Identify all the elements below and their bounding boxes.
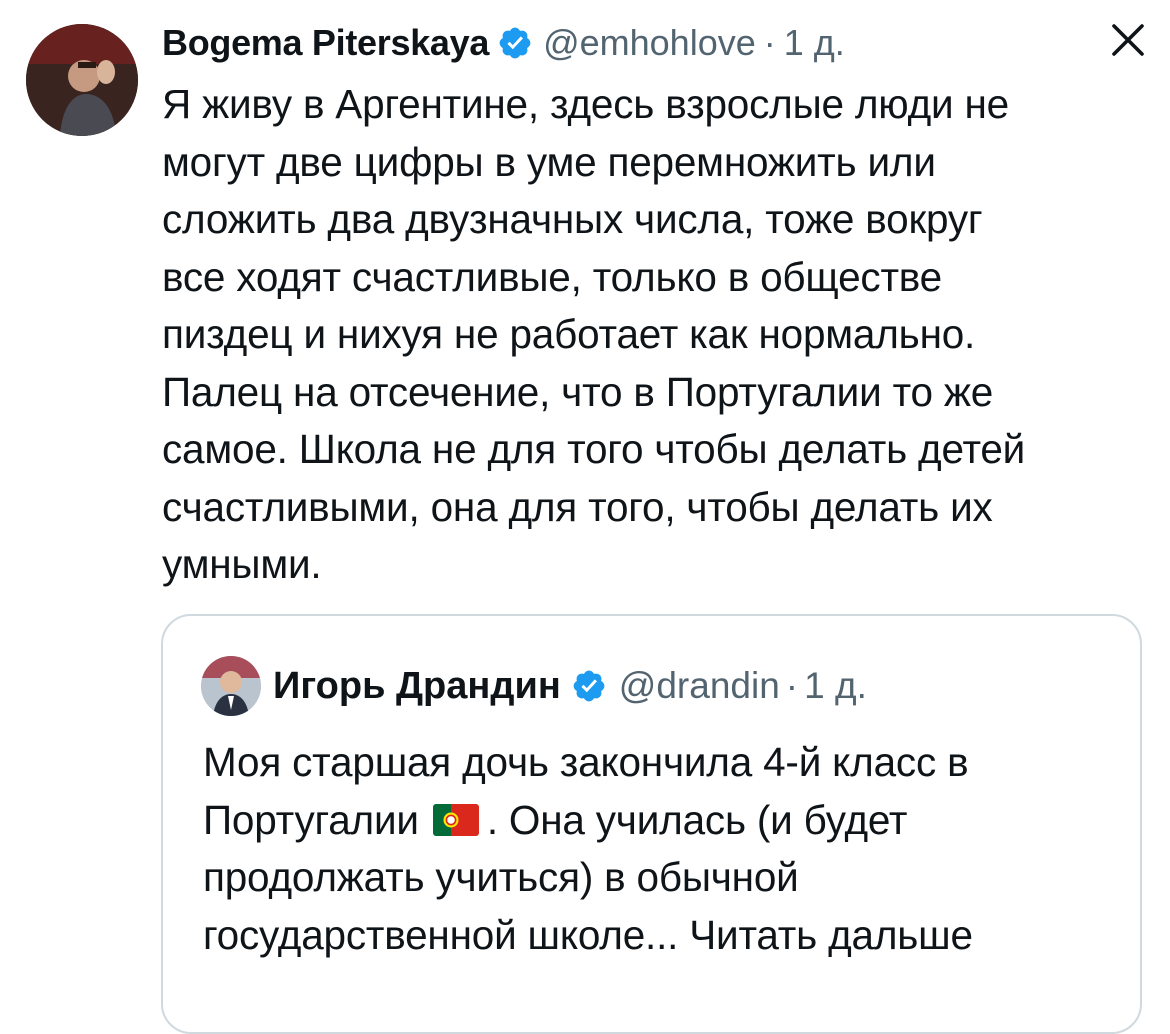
- quoted-author-avatar[interactable]: [201, 656, 261, 716]
- author-avatar[interactable]: [26, 24, 138, 136]
- read-more-link[interactable]: Читать дальше: [689, 912, 973, 958]
- quoted-tweet-text: Моя старшая дочь закончила 4-й класс в П…: [203, 734, 1123, 964]
- verified-badge-icon: [571, 668, 607, 704]
- quoted-author-handle[interactable]: @drandin: [619, 665, 780, 707]
- quoted-tweet-header: Игорь Драндин @drandin · 1 д.: [273, 660, 867, 712]
- portugal-flag-icon: [432, 803, 479, 836]
- tweet-header: Bogema Piterskaya @emhohlove · 1 д.: [162, 18, 845, 68]
- author-handle[interactable]: @emhohlove: [543, 22, 756, 64]
- tweet-text: Я живу в Аргентине, здесь взрослые люди …: [162, 81, 1026, 587]
- quoted-author-name[interactable]: Игорь Драндин: [273, 665, 561, 708]
- separator-dot: ·: [785, 665, 799, 706]
- author-name[interactable]: Bogema Piterskaya: [162, 22, 489, 64]
- quoted-author-avatar-image: [201, 656, 261, 716]
- separator-dot: ·: [763, 22, 776, 63]
- close-icon[interactable]: [1108, 20, 1148, 60]
- quoted-tweet-time[interactable]: 1 д.: [804, 665, 867, 707]
- tweet[interactable]: Bogema Piterskaya @emhohlove · 1 д. Я жи…: [0, 0, 1170, 1034]
- author-avatar-image: [26, 24, 138, 136]
- quoted-tweet[interactable]: Игорь Драндин @drandin · 1 д. Моя старша…: [161, 614, 1142, 1034]
- tweet-time[interactable]: 1 д.: [784, 22, 845, 64]
- verified-badge-icon: [497, 25, 533, 61]
